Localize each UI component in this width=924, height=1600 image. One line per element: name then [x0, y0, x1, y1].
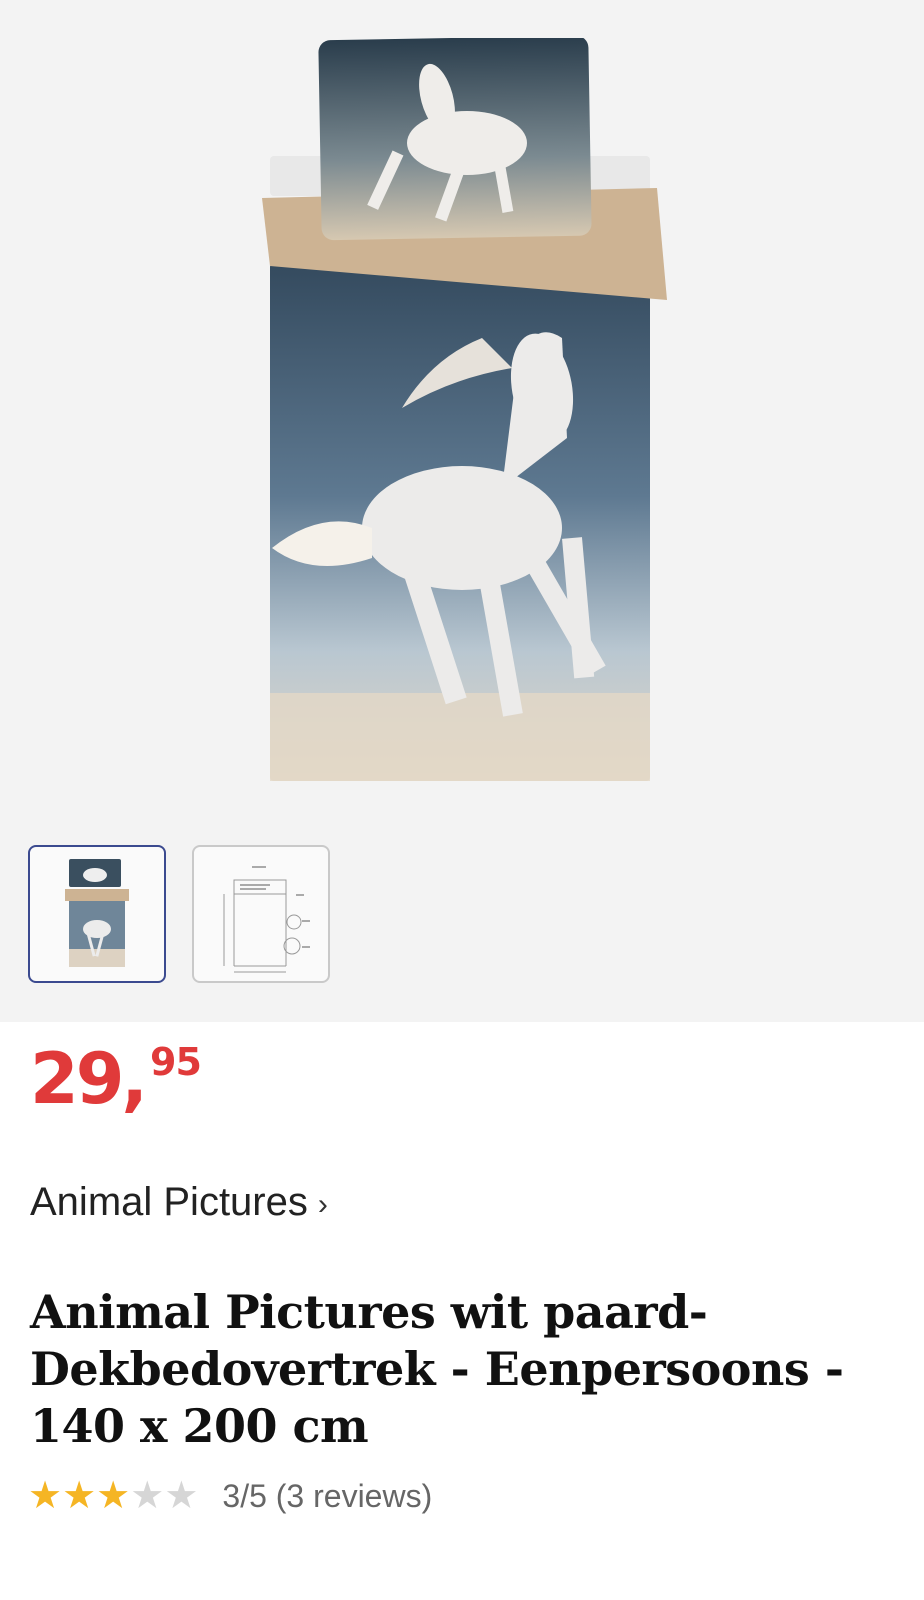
product-info: 29,95 Animal Pictures › Animal Pictures … — [0, 1022, 924, 1600]
thumbnail-1[interactable] — [28, 845, 166, 983]
brand-name: Animal Pictures — [30, 1180, 308, 1224]
star-filled-icon: ★ — [28, 1475, 63, 1517]
rating-stars: ★ ★ ★ ★ ★ — [28, 1477, 198, 1515]
product-title: Animal Pictures wit paard- Dekbedovertre… — [30, 1285, 844, 1453]
product-gallery — [0, 0, 924, 1022]
thumbnail-2[interactable] — [192, 845, 330, 983]
rating-text[interactable]: 3/5 (3 reviews) — [222, 1478, 432, 1515]
thumbnail-strip — [28, 845, 330, 983]
star-filled-icon: ★ — [96, 1475, 131, 1517]
star-empty-icon: ★ — [164, 1475, 199, 1517]
price-whole: 29 — [30, 1038, 124, 1120]
main-product-image[interactable] — [262, 38, 682, 808]
product-price: 29,95 — [30, 1043, 202, 1114]
duvet-thumbnail-image — [65, 859, 129, 967]
dimension-drawing-icon — [223, 866, 310, 973]
price-cents: 95 — [150, 1040, 202, 1084]
chevron-right-icon: › — [317, 1187, 328, 1221]
brand-link[interactable]: Animal Pictures › — [30, 1180, 328, 1225]
product-rating[interactable]: ★ ★ ★ ★ ★ 3/5 (3 reviews) — [28, 1477, 432, 1515]
star-empty-icon: ★ — [130, 1475, 165, 1517]
star-filled-icon: ★ — [62, 1475, 97, 1517]
price-comma: , — [121, 1038, 149, 1120]
